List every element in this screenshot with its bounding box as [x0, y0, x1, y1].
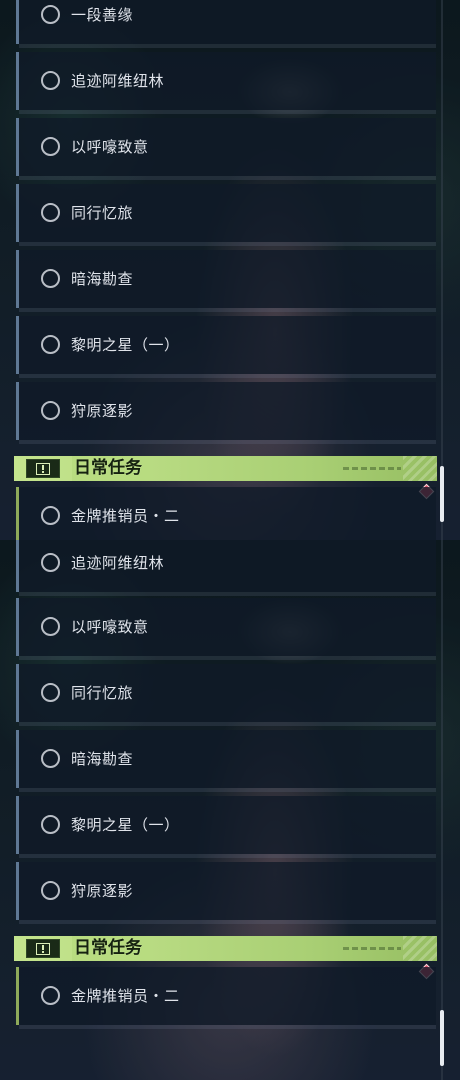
- header-decoration: [343, 467, 401, 470]
- quest-label: 狩原逐影: [71, 882, 134, 900]
- quest-label: 黎明之星（一）: [71, 816, 180, 834]
- daily-quests-header[interactable]: 日常任务: [14, 456, 437, 481]
- quest-panel-bottom: 追迹阿维纽林 以呼嚎致意 同行忆旅 暗海勘查 黎明之星（一） 狩原逐影 日常任务…: [0, 540, 460, 1080]
- quest-item-liming-zhixing-1[interactable]: 黎明之星（一）: [16, 316, 436, 378]
- quest-label: 追迹阿维纽林: [71, 554, 165, 572]
- header-decoration: [343, 947, 401, 950]
- quest-item-yi-huhao-zhiyi[interactable]: 以呼嚎致意: [16, 598, 436, 660]
- circle-ring-icon: [41, 986, 60, 1005]
- quest-label: 狩原逐影: [71, 402, 134, 420]
- circle-ring-icon: [41, 137, 60, 156]
- circle-ring-icon: [41, 506, 60, 525]
- quest-panel-top: 一段善缘 追迹阿维纽林 以呼嚎致意 同行忆旅 暗海勘查 黎明之星（一） 狩原逐影…: [0, 0, 460, 540]
- section-title: 日常任务: [72, 936, 150, 961]
- quest-item-yiduan-shanyuan[interactable]: 一段善缘: [16, 0, 436, 48]
- exclamation-box-icon: [26, 939, 60, 958]
- quest-label: 金牌推销员・二: [71, 987, 180, 1005]
- quest-label: 以呼嚎致意: [71, 138, 149, 156]
- quest-label: 以呼嚎致意: [71, 618, 149, 636]
- circle-ring-icon: [41, 71, 60, 90]
- circle-ring-icon: [41, 683, 60, 702]
- quest-item-tongxing-yilv[interactable]: 同行忆旅: [16, 664, 436, 726]
- quest-item-zhuiji-aweiniulin[interactable]: 追迹阿维纽林: [16, 540, 436, 596]
- exclamation-box-icon: [26, 459, 60, 478]
- quest-item-jinpai-tuixiaoyuan-2[interactable]: 金牌推销员・二: [16, 967, 436, 1029]
- quest-item-yi-huhao-zhiyi[interactable]: 以呼嚎致意: [16, 118, 436, 180]
- scrollbar-thumb[interactable]: [440, 466, 444, 522]
- circle-ring-icon: [41, 881, 60, 900]
- header-stripes: [403, 936, 437, 961]
- quest-item-shouyuan-zhuying[interactable]: 狩原逐影: [16, 862, 436, 924]
- quest-item-anhai-kancha[interactable]: 暗海勘查: [16, 250, 436, 312]
- header-stripes: [403, 456, 437, 481]
- daily-quests-header[interactable]: 日常任务: [14, 936, 437, 961]
- circle-ring-icon: [41, 5, 60, 24]
- quest-item-anhai-kancha[interactable]: 暗海勘查: [16, 730, 436, 792]
- quest-label: 金牌推销员・二: [71, 507, 180, 525]
- quest-label: 同行忆旅: [71, 684, 134, 702]
- scrollbar-thumb[interactable]: [440, 1010, 444, 1066]
- quest-label: 同行忆旅: [71, 204, 134, 222]
- circle-ring-icon: [41, 335, 60, 354]
- quest-label: 暗海勘查: [71, 750, 134, 768]
- circle-ring-icon: [41, 401, 60, 420]
- quest-label: 追迹阿维纽林: [71, 72, 165, 90]
- quest-label: 黎明之星（一）: [71, 336, 180, 354]
- circle-ring-icon: [41, 269, 60, 288]
- quest-item-jinpai-tuixiaoyuan-2[interactable]: 金牌推销员・二: [16, 487, 436, 540]
- circle-ring-icon: [41, 203, 60, 222]
- section-title: 日常任务: [72, 456, 150, 481]
- circle-ring-icon: [41, 553, 60, 572]
- scrollbar-track[interactable]: [441, 540, 443, 1080]
- quest-label: 一段善缘: [71, 6, 134, 24]
- quest-label: 暗海勘查: [71, 270, 134, 288]
- quest-item-zhuiji-aweiniulin[interactable]: 追迹阿维纽林: [16, 52, 436, 114]
- scrollbar-track[interactable]: [441, 0, 443, 540]
- quest-item-liming-zhixing-1[interactable]: 黎明之星（一）: [16, 796, 436, 858]
- quest-item-tongxing-yilv[interactable]: 同行忆旅: [16, 184, 436, 246]
- circle-ring-icon: [41, 749, 60, 768]
- circle-ring-icon: [41, 617, 60, 636]
- circle-ring-icon: [41, 815, 60, 834]
- quest-item-shouyuan-zhuying[interactable]: 狩原逐影: [16, 382, 436, 444]
